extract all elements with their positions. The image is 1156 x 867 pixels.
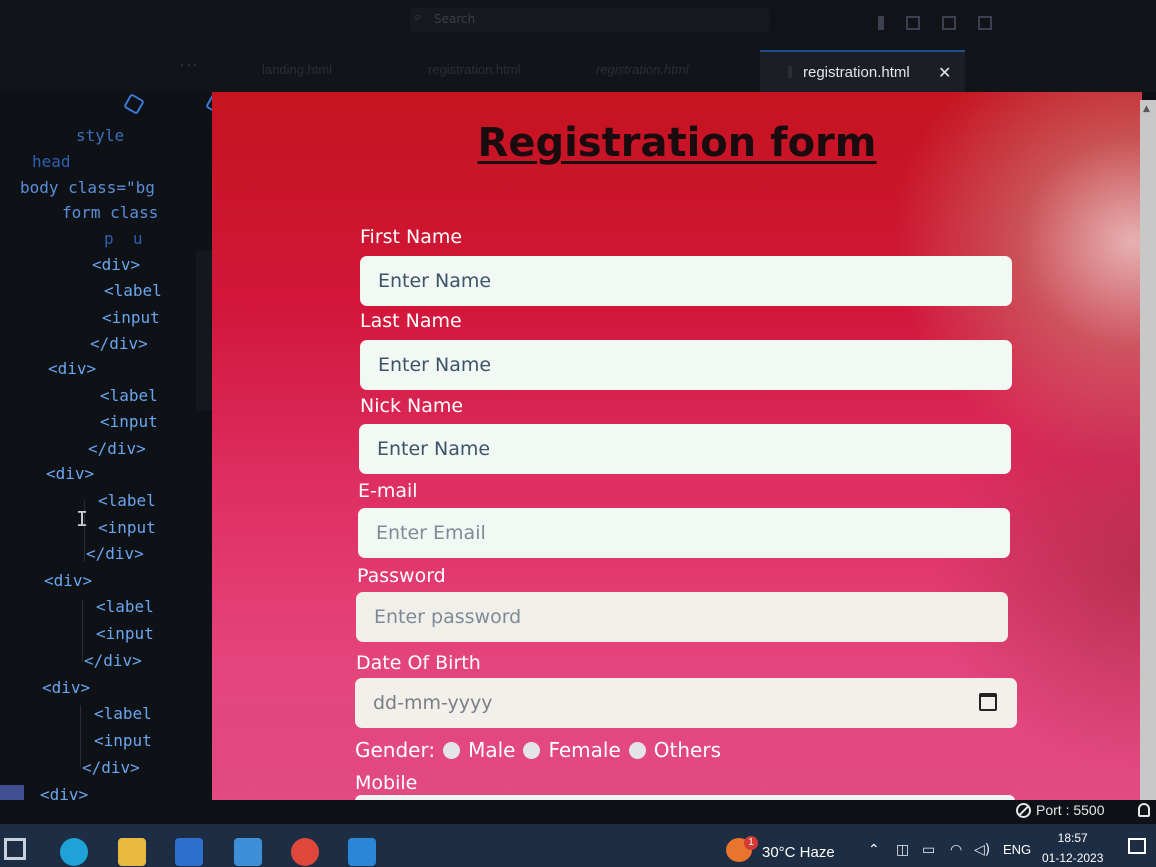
code-line: <label <box>98 491 156 510</box>
password-label: Password <box>357 565 446 587</box>
gender-label: Gender: <box>355 738 436 762</box>
code-line: <label <box>96 597 154 616</box>
weather-text[interactable]: 30°C Haze <box>762 844 835 861</box>
wifi-icon[interactable]: ◠ <box>950 842 962 858</box>
store-icon[interactable] <box>175 838 203 866</box>
weather-alert-badge: 1 <box>744 836 758 850</box>
status-bar <box>0 800 1156 824</box>
dob-input[interactable]: dd-mm-yyyy <box>355 678 1017 728</box>
layout-controls <box>878 16 992 30</box>
gender-female-label[interactable]: Female <box>548 738 620 762</box>
code-line: <div> <box>44 571 93 590</box>
code-line: <div> <box>42 678 91 697</box>
code-line: <input <box>96 624 154 643</box>
last-name-input[interactable] <box>360 340 1012 390</box>
gender-female-radio[interactable] <box>523 741 541 759</box>
more-actions-icon[interactable]: ··· <box>180 58 199 74</box>
code-line: </div> <box>90 334 148 353</box>
clock-date: 01-12-2023 <box>1042 851 1104 865</box>
code-line: <div> <box>46 464 95 483</box>
code-line: </div> <box>84 651 142 670</box>
chrome-icon[interactable] <box>291 838 319 866</box>
page-title: Registration form <box>477 120 877 166</box>
mail-icon[interactable] <box>234 838 262 866</box>
input-language[interactable]: ENG <box>1003 842 1031 857</box>
email-input[interactable] <box>358 508 1010 558</box>
code-line: head <box>32 152 71 171</box>
code-line: <div> <box>48 359 97 378</box>
customize-layout-icon[interactable] <box>978 16 992 30</box>
gender-group: Gender: Male Female Others <box>355 738 721 762</box>
edge-icon[interactable] <box>60 838 88 866</box>
mobile-label: Mobile <box>355 772 418 794</box>
tab-active-label: registration.html <box>803 64 910 81</box>
tab-bar <box>0 46 1156 92</box>
system-clock[interactable]: 18:57 01-12-2023 <box>1042 828 1103 867</box>
code-line: <input <box>100 412 158 431</box>
gender-others-radio[interactable] <box>628 741 646 759</box>
nick-name-input[interactable] <box>359 424 1011 474</box>
dob-label: Date Of Birth <box>356 652 481 674</box>
html-file-icon <box>788 66 792 78</box>
code-line: style <box>76 126 125 145</box>
action-center-icon[interactable] <box>1128 838 1146 854</box>
command-search-text: Search <box>434 12 476 26</box>
code-line: <input <box>102 308 160 327</box>
meet-now-icon[interactable]: ◫ <box>896 842 909 858</box>
calendar-icon[interactable] <box>979 693 997 711</box>
volume-icon[interactable]: ◁) <box>974 842 990 858</box>
code-line: <input <box>98 518 156 537</box>
port-label: Port : 5500 <box>1036 802 1105 818</box>
gender-others-label[interactable]: Others <box>654 738 721 762</box>
tab-registration-2[interactable]: registration.html <box>596 62 688 77</box>
tab-registration-1[interactable]: registration.html <box>428 62 520 77</box>
code-line: <label <box>100 386 158 405</box>
gender-male-label[interactable]: Male <box>468 738 515 762</box>
text-cursor-icon: I <box>76 507 89 531</box>
scroll-up-icon[interactable]: ▲ <box>1143 104 1150 114</box>
no-entry-icon <box>1016 802 1031 818</box>
code-line: <div> <box>92 255 141 274</box>
browser-preview: Registration form First Name Last Name N… <box>212 92 1142 805</box>
gender-male-radio[interactable] <box>443 741 461 759</box>
live-server-port[interactable]: Port : 5500 <box>1016 802 1105 818</box>
task-view-icon[interactable] <box>4 838 26 860</box>
battery-icon[interactable]: ▭ <box>922 842 935 858</box>
indent-guide <box>82 600 83 662</box>
nick-name-label: Nick Name <box>360 395 464 417</box>
code-line: <label <box>104 281 162 300</box>
toggle-secondary-sidebar-icon[interactable] <box>942 16 956 30</box>
close-tab-icon[interactable]: ✕ <box>938 63 951 83</box>
email-label: E-mail <box>358 480 418 502</box>
code-line: body class="bg <box>20 178 155 197</box>
tab-landing[interactable]: landing.html <box>262 62 332 77</box>
vscode-icon[interactable] <box>348 838 376 866</box>
code-line: form class <box>62 203 159 222</box>
code-line: </div> <box>86 544 144 563</box>
search-icon: ⌕ <box>414 10 422 25</box>
show-hidden-icons-chevron-icon[interactable]: ⌃ <box>868 842 880 858</box>
toggle-panel-icon[interactable] <box>906 16 920 30</box>
code-line: <input <box>94 731 152 750</box>
indent-guide <box>80 705 81 767</box>
code-line: </div> <box>82 758 140 777</box>
clock-time: 18:57 <box>1057 831 1088 845</box>
dob-placeholder: dd-mm-yyyy <box>373 692 493 714</box>
code-line: </div> <box>88 439 146 458</box>
code-line: p u <box>104 229 143 248</box>
code-line: <label <box>94 704 152 723</box>
preview-scrollbar[interactable] <box>1140 100 1156 800</box>
notifications-bell-icon[interactable] <box>1138 803 1150 817</box>
last-name-label: Last Name <box>360 310 462 332</box>
password-input[interactable] <box>356 592 1008 642</box>
screen: ⌕ Search ··· landing.html registration.h… <box>0 0 1156 867</box>
toggle-sidebar-icon[interactable] <box>878 16 884 30</box>
first-name-label: First Name <box>360 226 463 248</box>
file-explorer-icon[interactable] <box>118 838 146 866</box>
first-name-input[interactable] <box>360 256 1012 306</box>
